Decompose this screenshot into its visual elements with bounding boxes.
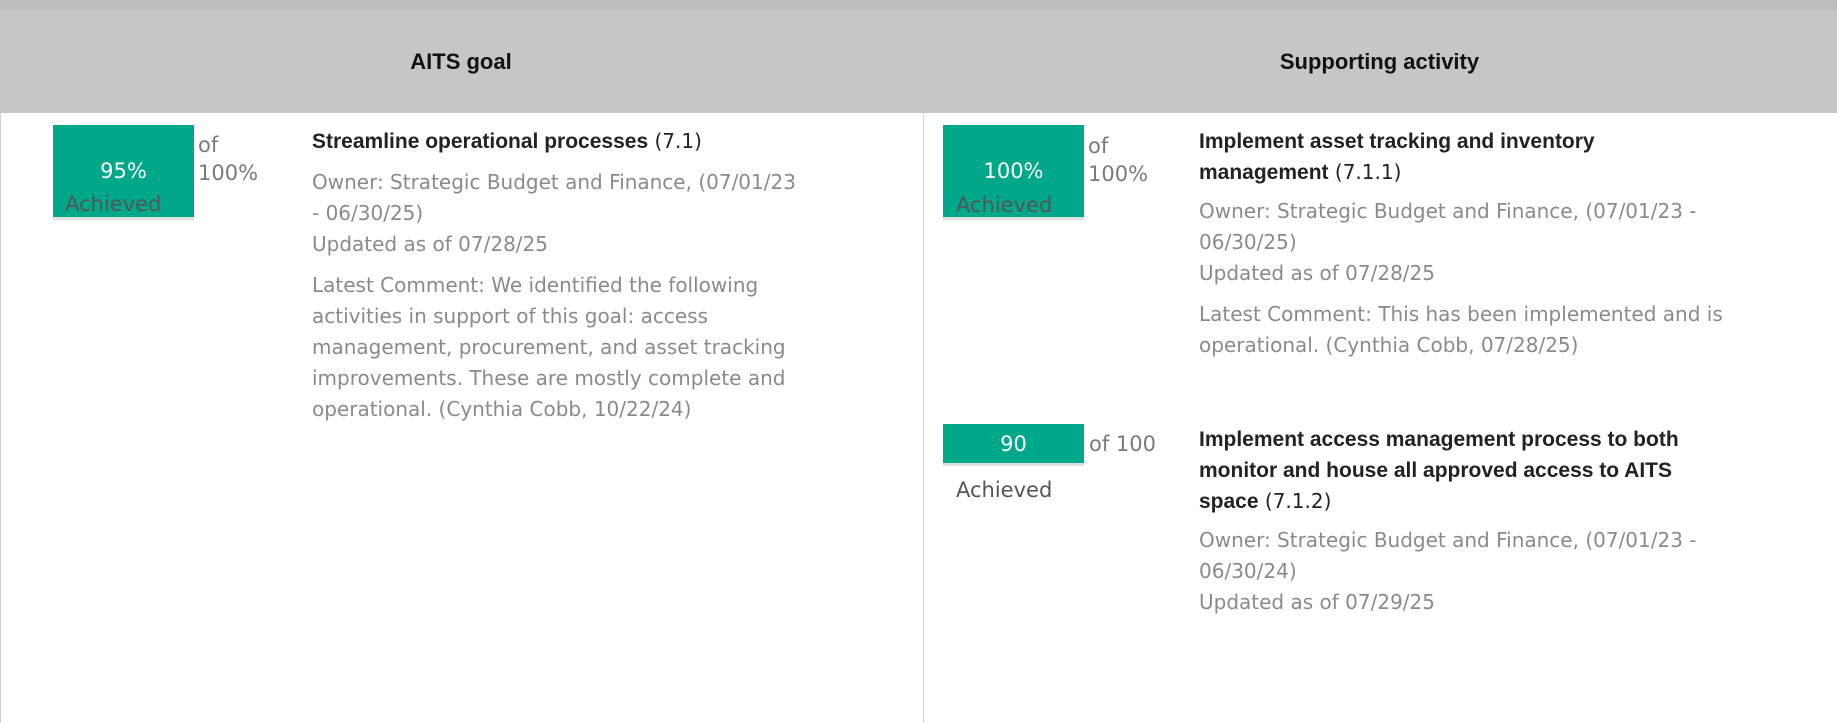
activity-updated: Updated as of 07/28/25 — [1199, 261, 1435, 285]
goal-updated: Updated as of 07/28/25 — [312, 232, 548, 256]
top-strip — [0, 0, 1837, 10]
activity-title[interactable]: Implement access management process to b… — [1199, 424, 1829, 517]
activity-gauge-of: of 100% — [1088, 134, 1149, 186]
activity-details-7-1-1: Implement asset tracking and inventory m… — [1199, 126, 1829, 361]
table-body: 95% of 100% Achieved Streamline operatio… — [0, 113, 1837, 723]
goal-details: Streamline operational processes (7.1) O… — [312, 126, 912, 425]
activity-owner: Owner: Strategic Budget and Finance, (07… — [1199, 199, 1697, 254]
goal-owner: Owner: Strategic Budget and Finance, (07… — [312, 170, 796, 225]
goal-gauge-of: of 100% — [198, 133, 259, 185]
activity-gauge-achieved: Achieved — [956, 193, 1053, 217]
activity-details-7-1-2: Implement access management process to b… — [1199, 424, 1829, 618]
activity-title[interactable]: Implement asset tracking and inventory m… — [1199, 126, 1829, 188]
activity-gauge-7-1-2: 90 of 100 — [943, 424, 1156, 484]
goal-gauge-achieved: Achieved — [65, 192, 162, 216]
goal-title[interactable]: Streamline operational processes (7.1) — [312, 126, 912, 157]
activity-gauge-achieved: Achieved — [956, 478, 1053, 502]
column-divider — [923, 113, 924, 723]
activity-comment: Latest Comment: This has been implemente… — [1199, 302, 1723, 357]
goal-gauge: 95% of 100% — [53, 125, 258, 235]
activity-gauge-7-1-1: 100% of 100% — [943, 125, 1148, 235]
activity-gauge-of: of 100 — [1089, 432, 1156, 456]
goal-comment: Latest Comment: We identified the follow… — [312, 273, 786, 421]
goals-table: AITS goal Supporting activity 95% of 100… — [0, 0, 1837, 723]
activity-gauge-value: 90 — [943, 424, 1084, 466]
activity-owner: Owner: Strategic Budget and Finance, (07… — [1199, 528, 1697, 583]
header-aits-goal: AITS goal — [410, 48, 512, 74]
header-supporting-activity: Supporting activity — [1279, 48, 1480, 74]
activity-updated: Updated as of 07/29/25 — [1199, 590, 1435, 614]
table-header: AITS goal Supporting activity — [0, 10, 1837, 113]
